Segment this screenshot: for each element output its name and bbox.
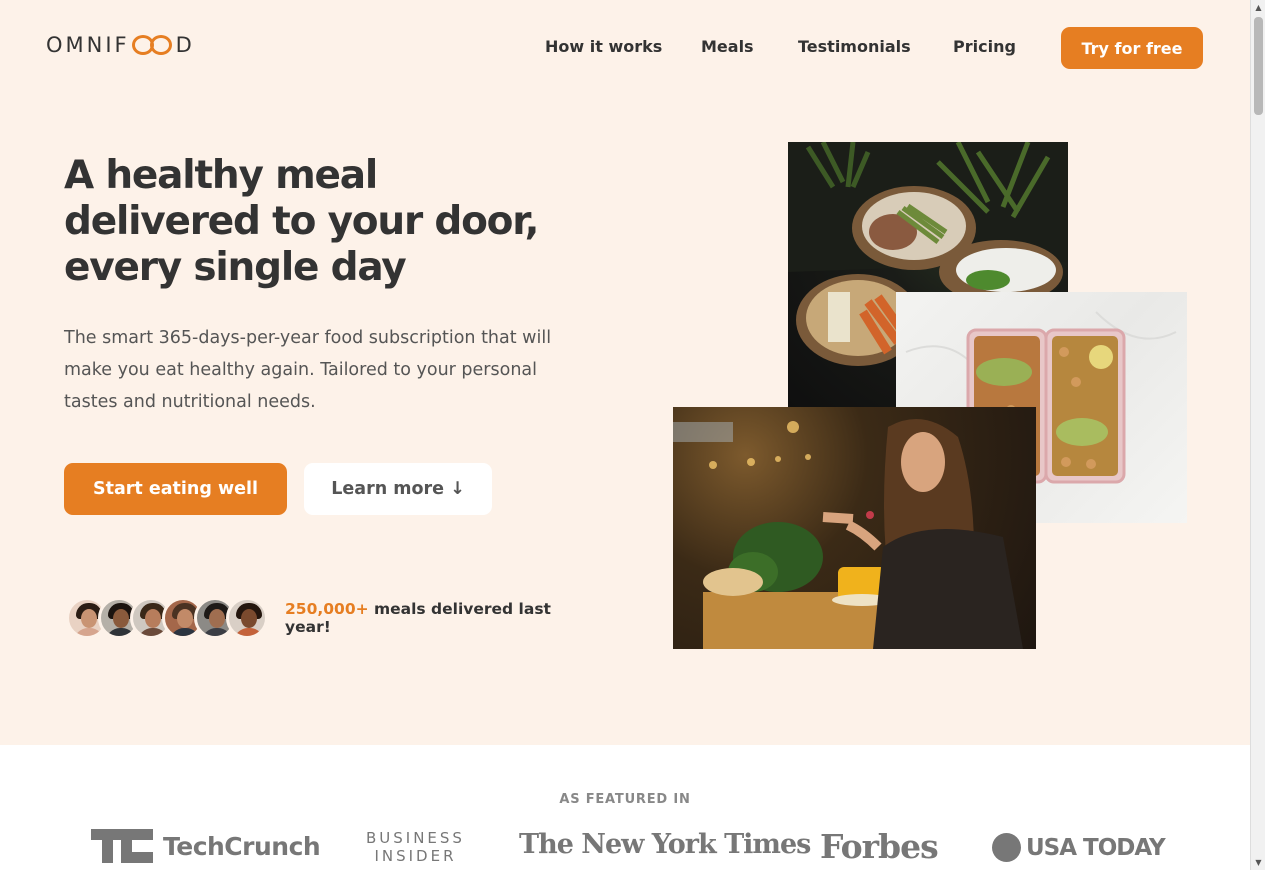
techcrunch-icon [91,829,153,863]
nav-link-meals[interactable]: Meals [701,37,754,56]
forbes-logo: Forbes [820,827,939,866]
usa-today-text: USA TODAY [1026,834,1166,861]
hero-description: The smart 365-days-per-year food subscri… [64,328,552,412]
try-for-free-button[interactable]: Try for free [1061,27,1203,69]
scroll-down-arrow-icon[interactable]: ▼ [1251,855,1265,870]
avatar [226,597,268,639]
usa-today-logo: USA TODAY [992,833,1166,862]
business-insider-logo: BUSINESS INSIDER [366,829,465,865]
page: OMNIF D How it works Meals Testimonials … [0,0,1250,870]
scrollbar-thumb[interactable] [1254,17,1263,115]
start-eating-well-button[interactable]: Start eating well [64,463,287,515]
featured-in-label: AS FEATURED IN [559,792,691,807]
meals-delivered-text: 250,000+ meals delivered last year! [285,600,565,636]
techcrunch-logo: TechCrunch [91,829,321,863]
press-logos: TechCrunch BUSINESS INSIDER The New York… [0,825,1250,870]
learn-more-button[interactable]: Learn more ↓ [304,463,492,515]
meals-delivered-count: 250,000+ [285,600,369,618]
vertical-scrollbar[interactable]: ▲ ▼ [1250,0,1265,870]
business-insider-line1: BUSINESS [366,829,465,847]
nav-link-testimonials[interactable]: Testimonials [798,37,911,56]
new-york-times-logo: The New York Times [519,829,811,860]
scroll-up-arrow-icon[interactable]: ▲ [1251,0,1265,15]
techcrunch-text: TechCrunch [163,831,321,861]
woman-eating-image [673,407,1036,649]
business-insider-line2: INSIDER [374,847,457,865]
nav-link-pricing[interactable]: Pricing [953,37,1016,56]
usa-today-dot-icon [992,833,1021,862]
hero-title: A healthy meal delivered to your door, e… [64,153,539,290]
nav-link-how-it-works[interactable]: How it works [545,37,662,56]
